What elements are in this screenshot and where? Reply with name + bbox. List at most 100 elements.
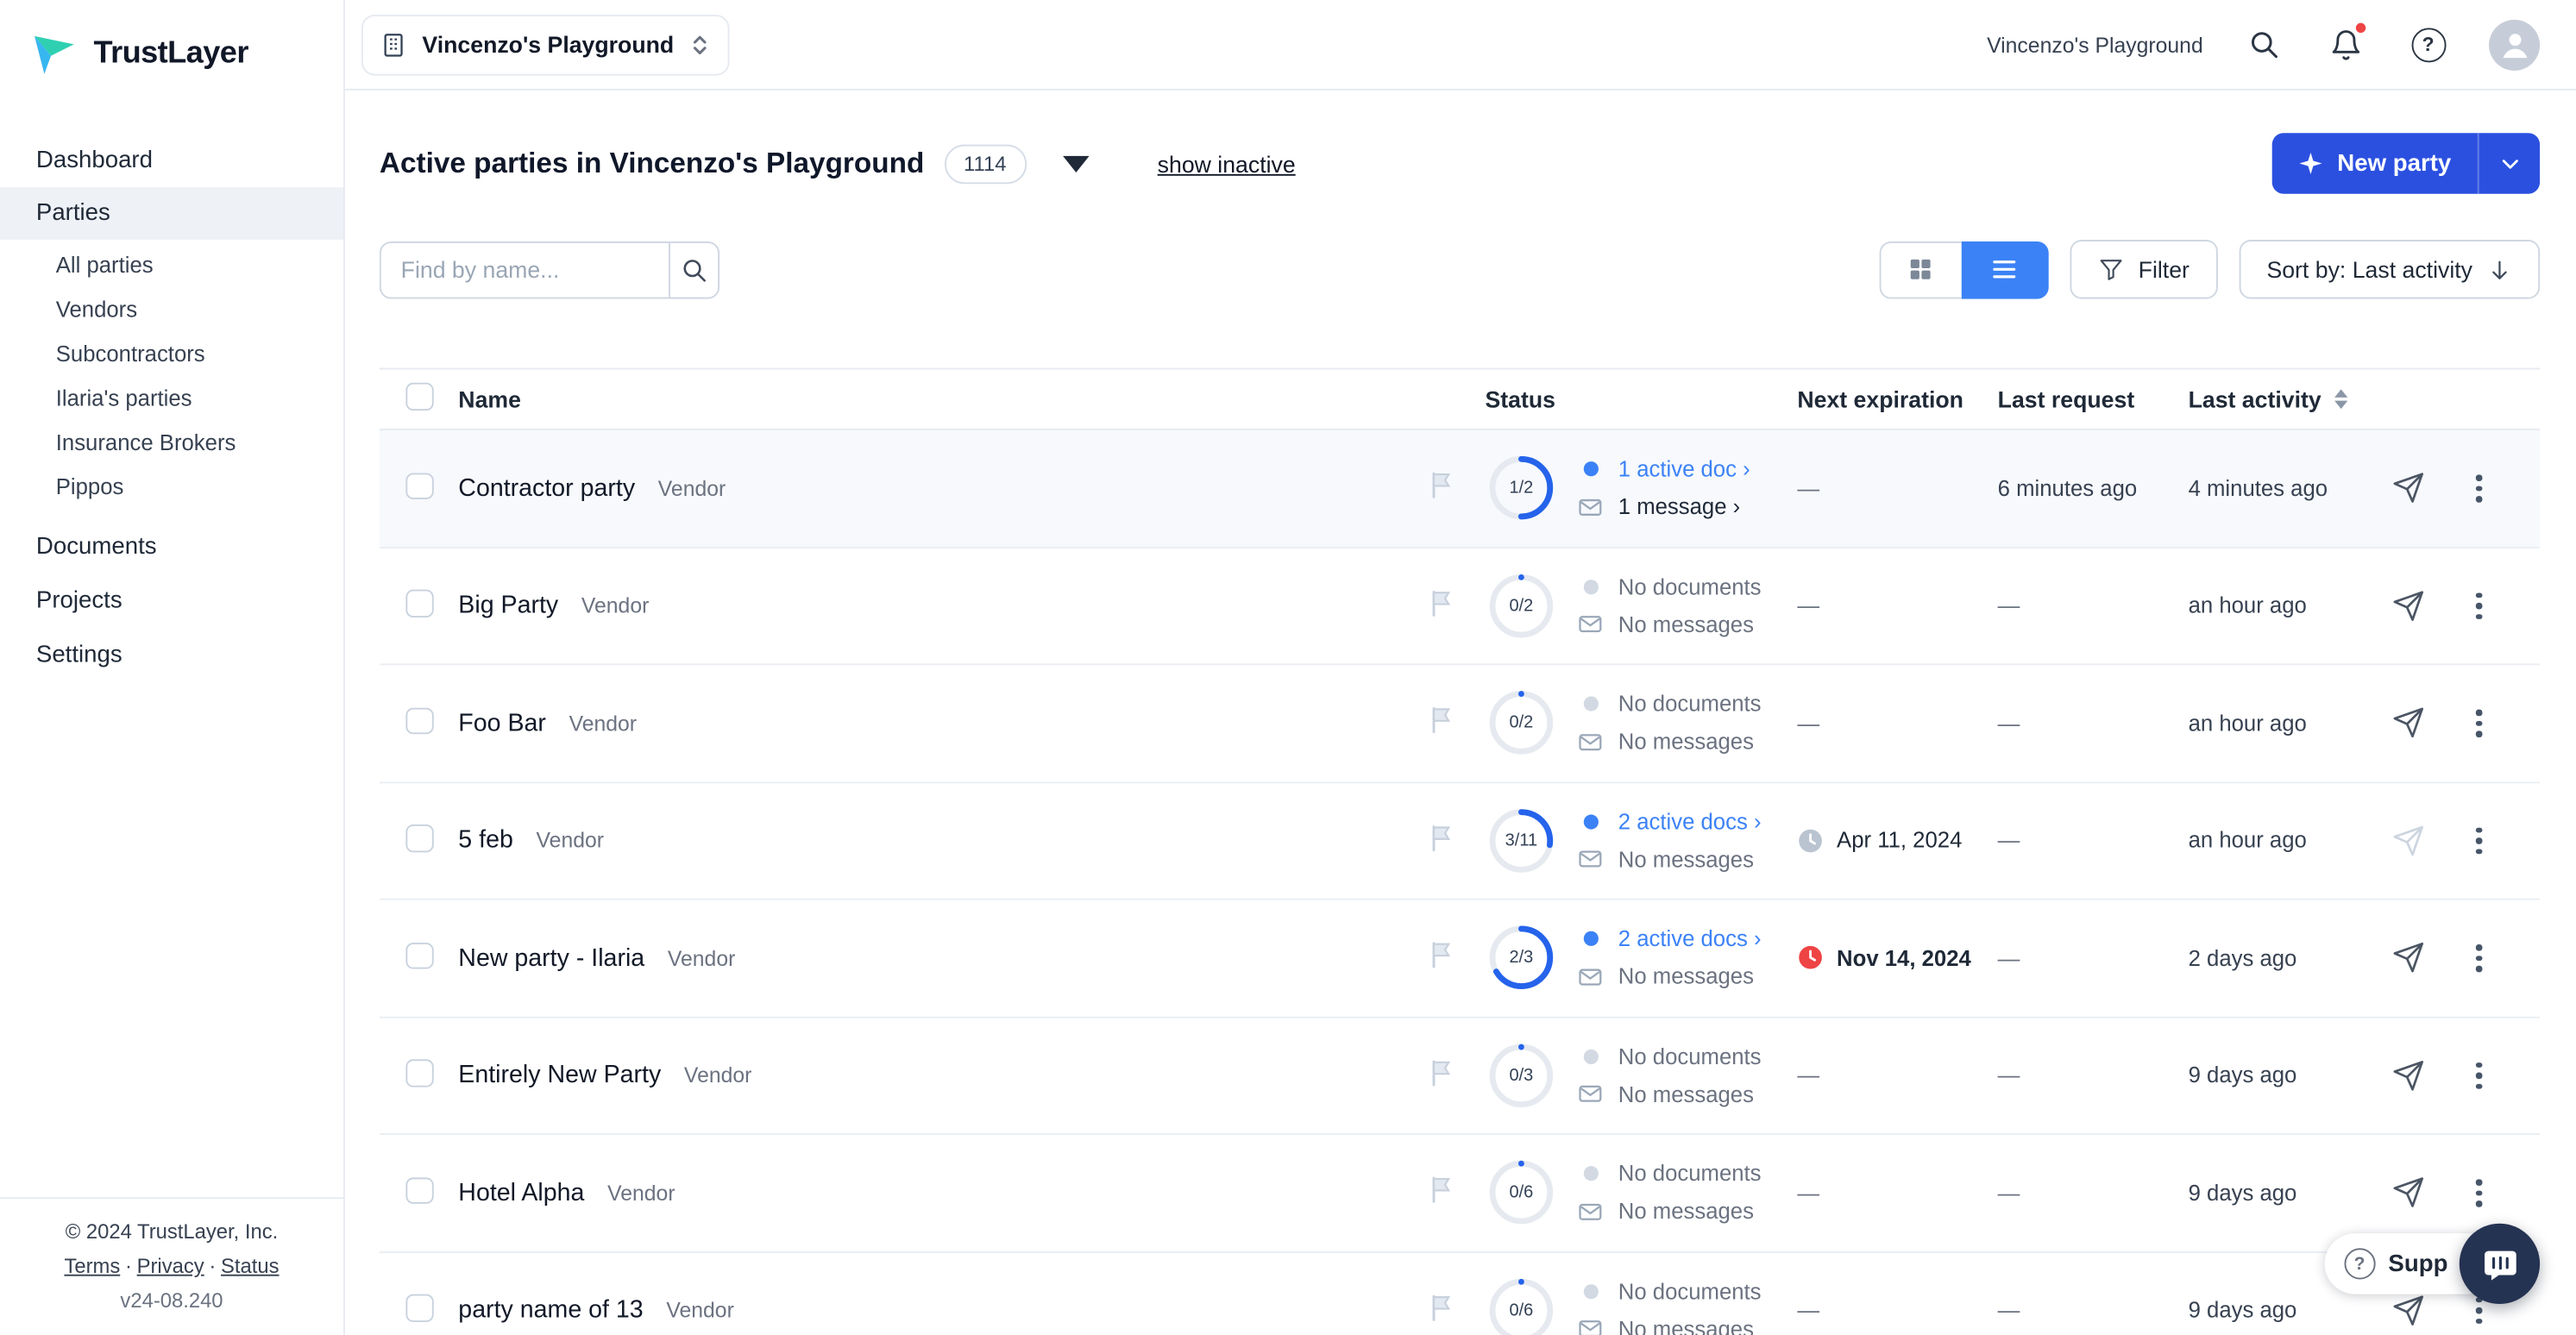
column-header-last-activity[interactable]: Last activity <box>2189 386 2386 412</box>
party-name[interactable]: Big Party <box>458 592 558 619</box>
search-input[interactable] <box>379 240 669 298</box>
row-menu-button[interactable] <box>2461 937 2497 980</box>
send-request-button[interactable] <box>2385 818 2431 863</box>
list-view-button[interactable] <box>1961 240 2048 298</box>
new-party-dropdown-button[interactable] <box>2477 133 2540 194</box>
title-dropdown-toggle[interactable] <box>1062 154 1089 172</box>
row-menu-button[interactable] <box>2461 584 2497 627</box>
row-checkbox[interactable] <box>405 824 433 852</box>
chat-bubble-button[interactable] <box>2459 1223 2541 1305</box>
row-checkbox[interactable] <box>405 706 433 735</box>
app-version: v24-08.240 <box>120 1288 223 1313</box>
envelope-icon <box>1579 1203 1602 1220</box>
party-name[interactable]: Entirely New Party <box>458 1062 661 1089</box>
avatar[interactable] <box>2489 18 2541 70</box>
overdue-clock-icon <box>1799 946 1822 970</box>
party-name[interactable]: New party - Ilaria <box>458 944 644 972</box>
filter-button[interactable]: Filter <box>2069 240 2218 299</box>
row-checkbox[interactable] <box>405 589 433 617</box>
active-docs-link[interactable]: 2 active docs › <box>1618 809 1762 834</box>
flag-icon[interactable] <box>1426 1292 1457 1323</box>
progress-ring: 2/3 <box>1486 922 1558 994</box>
flag-icon[interactable] <box>1426 1175 1457 1206</box>
party-name[interactable]: party name of 13 <box>458 1296 643 1324</box>
active-docs-link[interactable]: 2 active docs › <box>1618 927 1762 952</box>
flag-icon[interactable] <box>1426 705 1457 736</box>
sidebar-item-vendors[interactable]: Vendors <box>0 287 343 331</box>
row-menu-button[interactable] <box>2461 1171 2497 1214</box>
row-menu-button[interactable] <box>2461 467 2497 510</box>
table-row[interactable]: party name of 13 Vendor 0/6 No documents… <box>380 1252 2540 1335</box>
doc-status-dot <box>1582 461 1598 477</box>
flag-icon[interactable] <box>1426 823 1457 854</box>
next-expiration-value: — <box>1797 711 1820 736</box>
sidebar-item-insurance-brokers[interactable]: Insurance Brokers <box>0 421 343 465</box>
sidebar-item-parties[interactable]: Parties <box>0 187 344 241</box>
sidebar-item-subcontractors[interactable]: Subcontractors <box>0 332 343 376</box>
flag-icon[interactable] <box>1426 940 1457 971</box>
paper-plane-icon <box>2393 708 2423 738</box>
link-separator: · <box>124 1254 132 1278</box>
send-request-button[interactable] <box>2385 583 2431 629</box>
sort-button[interactable]: Sort by: Last activity <box>2239 240 2541 299</box>
main-area: Vincenzo's Playground Vincenzo's Playgro… <box>344 0 2576 1335</box>
sidebar-item-all-parties[interactable]: All parties <box>0 243 343 287</box>
brand-logo[interactable]: TrustLayer <box>0 0 343 82</box>
sort-carets-icon[interactable] <box>2334 388 2348 410</box>
table-row[interactable]: Hotel Alpha Vendor 0/6 No documents No m… <box>379 1135 2541 1253</box>
select-all-checkbox[interactable] <box>405 383 433 411</box>
table-row[interactable]: 5 feb Vendor 3/11 2 active docs › No mes… <box>379 782 2541 900</box>
send-request-button[interactable] <box>2385 700 2431 746</box>
messages-link[interactable]: 1 message › <box>1618 495 1740 520</box>
party-name[interactable]: Foo Bar <box>458 709 546 736</box>
sidebar-item-projects[interactable]: Projects <box>0 573 343 628</box>
row-checkbox[interactable] <box>405 472 433 499</box>
send-request-button[interactable] <box>2385 935 2431 981</box>
row-menu-button[interactable] <box>2461 1054 2497 1097</box>
workspace-selector[interactable]: Vincenzo's Playground <box>361 14 730 75</box>
table-row[interactable]: Contractor party Vendor 1/2 1 active doc… <box>379 429 2541 548</box>
sidebar-item-ilarias-parties[interactable]: Ilaria's parties <box>0 376 343 420</box>
show-inactive-link[interactable]: show inactive <box>1158 150 1296 176</box>
account-workspace-label[interactable]: Vincenzo's Playground <box>1987 32 2203 57</box>
row-menu-button[interactable] <box>2461 702 2497 745</box>
new-party-button[interactable]: New party <box>2271 133 2478 193</box>
search-submit-button[interactable] <box>669 240 720 298</box>
party-name[interactable]: Contractor party <box>458 474 635 502</box>
row-checkbox[interactable] <box>405 942 433 969</box>
flag-icon[interactable] <box>1426 470 1457 501</box>
progress-ring: 0/2 <box>1486 686 1558 759</box>
active-docs-link[interactable]: 1 active doc › <box>1618 457 1750 482</box>
table-row[interactable]: New party - Ilaria Vendor 2/3 2 active d… <box>379 900 2541 1018</box>
flag-icon[interactable] <box>1426 587 1457 618</box>
terms-link[interactable]: Terms <box>64 1255 120 1278</box>
search-button-topbar[interactable] <box>2242 23 2285 66</box>
send-request-button[interactable] <box>2385 1169 2431 1215</box>
sidebar-item-settings[interactable]: Settings <box>0 627 343 681</box>
last-request-value: — <box>1997 592 2020 618</box>
party-name[interactable]: 5 feb <box>458 826 513 854</box>
row-checkbox[interactable] <box>405 1176 433 1204</box>
notifications-button[interactable] <box>2325 21 2368 66</box>
table-row[interactable]: Big Party Vendor 0/2 No documents No mes… <box>379 548 2541 666</box>
help-button[interactable]: ? <box>2407 23 2450 66</box>
paper-plane-icon <box>2393 825 2423 856</box>
sidebar-item-pippos[interactable]: Pippos <box>0 465 343 509</box>
row-checkbox[interactable] <box>405 1294 433 1322</box>
grid-view-button[interactable] <box>1878 240 1962 298</box>
status-link[interactable]: Status <box>221 1255 279 1278</box>
flag-icon[interactable] <box>1426 1057 1457 1088</box>
send-request-button[interactable] <box>2385 465 2431 511</box>
privacy-link[interactable]: Privacy <box>137 1255 204 1278</box>
progress-label: 2/3 <box>1509 948 1534 968</box>
row-menu-button[interactable] <box>2461 819 2497 862</box>
party-name[interactable]: Hotel Alpha <box>458 1179 584 1207</box>
sidebar-item-dashboard[interactable]: Dashboard <box>0 135 343 187</box>
row-checkbox[interactable] <box>405 1059 433 1087</box>
table-row[interactable]: Entirely New Party Vendor 0/3 No documen… <box>379 1018 2541 1135</box>
progress-label: 3/11 <box>1505 830 1538 850</box>
sidebar-item-documents[interactable]: Documents <box>0 519 343 573</box>
table-row[interactable]: Foo Bar Vendor 0/2 No documents No messa… <box>379 665 2541 783</box>
page-header: Active parties in Vincenzo's Playground … <box>380 133 2541 194</box>
send-request-button[interactable] <box>2385 1052 2431 1098</box>
